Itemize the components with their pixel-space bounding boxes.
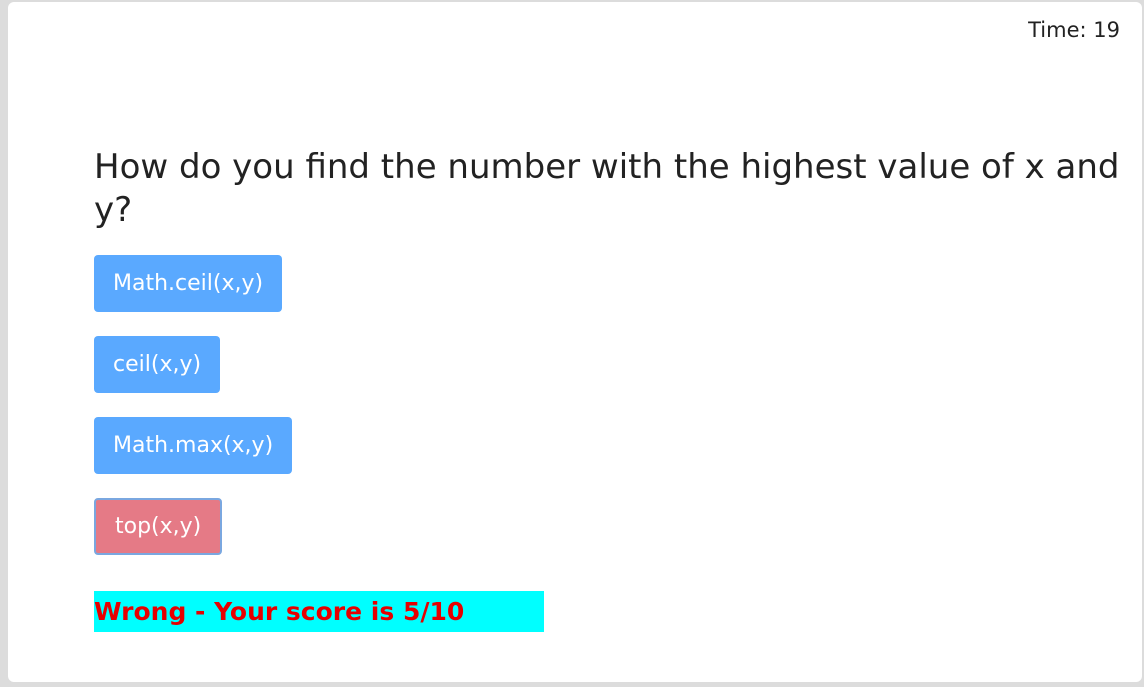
- answer-button-3[interactable]: Math.max(x,y): [94, 417, 293, 474]
- answer-button-2[interactable]: ceil(x,y): [94, 336, 221, 393]
- answer-button-4[interactable]: top(x,y): [94, 498, 223, 555]
- question-text: How do you find the number with the high…: [94, 147, 1120, 230]
- answer-button-1[interactable]: Math.ceil(x,y): [94, 255, 283, 312]
- timer-display: Time: 19: [1028, 18, 1120, 42]
- answer-list: Math.ceil(x,y) ceil(x,y) Math.max(x,y) t…: [94, 255, 293, 579]
- feedback-message: Wrong - Your score is 5/10: [94, 591, 544, 632]
- quiz-card: Time: 19 How do you find the number with…: [8, 2, 1142, 682]
